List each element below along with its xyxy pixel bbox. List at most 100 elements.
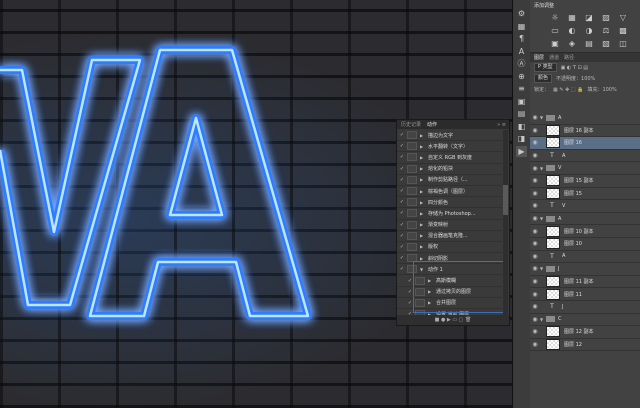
- tab-paths[interactable]: 路径: [564, 54, 574, 61]
- layer-row[interactable]: ◉ 图层 11 副本: [530, 276, 640, 289]
- dock-tool-icon[interactable]: ◨: [516, 133, 527, 144]
- dialog-toggle[interactable]: [407, 231, 417, 240]
- adjustment-icon[interactable]: ▦: [567, 13, 577, 23]
- visibility-eye-icon[interactable]: ◉: [530, 202, 540, 209]
- dialog-toggle[interactable]: [407, 209, 417, 218]
- visibility-eye-icon[interactable]: ◉: [530, 291, 540, 298]
- check-icon[interactable]: ✓: [397, 188, 407, 194]
- scrollbar-thumb[interactable]: [503, 185, 508, 215]
- check-icon[interactable]: ✓: [397, 210, 407, 216]
- action-row[interactable]: ✓ ▶ 描边为文字: [397, 130, 502, 142]
- disclosure-icon[interactable]: ▶: [420, 155, 428, 160]
- disclosure-icon[interactable]: ▶: [420, 244, 428, 249]
- lock-icons[interactable]: ▦ ✎ ✥ ⬚ 🔒: [553, 87, 583, 93]
- check-icon[interactable]: ✓: [397, 222, 407, 228]
- action-row[interactable]: ✓ ▶ 存储为 Photoshop...: [397, 208, 502, 220]
- dock-tool-icon[interactable]: ◧: [516, 121, 527, 132]
- dialog-toggle[interactable]: [407, 153, 417, 162]
- adjustment-icon[interactable]: ▽: [618, 13, 628, 23]
- action-row[interactable]: ✓ ▶ 自定义 RGB 到灰度: [397, 152, 502, 164]
- check-icon[interactable]: ✓: [397, 255, 407, 261]
- action-row[interactable]: ✓ ▶ 制作剪贴路径（...: [397, 175, 502, 186]
- adjustment-icon[interactable]: ▭: [550, 26, 560, 36]
- check-icon[interactable]: ✓: [397, 266, 407, 272]
- dialog-toggle[interactable]: [407, 131, 417, 140]
- disclosure-icon[interactable]: ▶: [420, 166, 428, 171]
- document-canvas[interactable]: 历史记录 动作 » ≡ ✓ ▶ 描边为文字 ✓ ▶ 水平翻转（文字） ✓ ▶ 自定义 RGB 到…: [0, 0, 512, 408]
- tab-history[interactable]: 历史记录: [401, 121, 421, 128]
- visibility-eye-icon[interactable]: ◉: [530, 114, 540, 121]
- visibility-eye-icon[interactable]: ◉: [530, 328, 540, 335]
- dialog-toggle[interactable]: [407, 164, 417, 173]
- panel-menu-icon[interactable]: » ≡: [497, 122, 506, 128]
- dialog-toggle[interactable]: [407, 198, 417, 207]
- disclosure-icon[interactable]: ▶: [420, 211, 428, 216]
- layer-row[interactable]: ◉ 图层 10: [530, 238, 640, 251]
- adjustment-icon[interactable]: ◑: [584, 26, 594, 36]
- dock-tool-icon[interactable]: ≡: [516, 83, 527, 94]
- actions-panel[interactable]: 历史记录 动作 » ≡ ✓ ▶ 描边为文字 ✓ ▶ 水平翻转（文字） ✓ ▶ 自定义 RGB 到…: [396, 119, 510, 326]
- check-icon[interactable]: ✓: [397, 177, 407, 183]
- visibility-eye-icon[interactable]: ◉: [530, 240, 540, 247]
- opacity-field[interactable]: 不透明度：100%: [556, 75, 595, 82]
- dock-tool-icon[interactable]: ¶: [516, 33, 527, 44]
- visibility-eye-icon[interactable]: ◉: [530, 165, 540, 172]
- adjustment-icon[interactable]: ⚖: [601, 26, 611, 36]
- visibility-eye-icon[interactable]: ◉: [530, 177, 540, 184]
- visibility-eye-icon[interactable]: ◉: [530, 190, 540, 197]
- visibility-eye-icon[interactable]: ◉: [530, 265, 540, 272]
- actions-scrollbar[interactable]: [503, 130, 508, 315]
- disclosure-icon[interactable]: ▶: [420, 144, 428, 149]
- layer-row[interactable]: ◉ T A: [530, 251, 640, 264]
- layer-row[interactable]: ◉ 图层 10 副本: [530, 225, 640, 238]
- visibility-eye-icon[interactable]: ◉: [530, 127, 540, 134]
- layer-row[interactable]: ◉ 图层 11: [530, 288, 640, 301]
- adjustment-icon[interactable]: ▣: [550, 39, 560, 49]
- action-row[interactable]: ✓ ▶ 熔化的铅块: [397, 164, 502, 175]
- dock-tool-icon[interactable]: ⊕: [516, 71, 527, 82]
- visibility-eye-icon[interactable]: ◉: [530, 228, 540, 235]
- dialog-toggle[interactable]: [407, 242, 417, 251]
- dock-tool-icon[interactable]: ▣: [516, 96, 527, 107]
- adjustment-icon[interactable]: ◪: [584, 13, 594, 23]
- dock-tool-icon[interactable]: ▦: [516, 21, 527, 32]
- layer-row[interactable]: ◉ 图层 16: [530, 137, 640, 150]
- disclosure-icon[interactable]: ▶: [420, 177, 428, 182]
- check-icon[interactable]: ✓: [397, 166, 407, 172]
- layer-row[interactable]: ◉ 图层 16 副本: [530, 124, 640, 138]
- visibility-eye-icon[interactable]: ◉: [530, 139, 540, 146]
- disclosure-icon[interactable]: ▶: [420, 233, 428, 238]
- action-row[interactable]: ✓ ▶ 四分颜色: [397, 197, 502, 209]
- adjustment-icon[interactable]: ◫: [618, 39, 628, 49]
- tab-layers[interactable]: 图层: [534, 54, 544, 61]
- adjustment-icon[interactable]: ▧: [601, 39, 611, 49]
- layer-group-row[interactable]: ◉ ▼ J: [530, 263, 640, 276]
- dock-tool-icon[interactable]: Ⓐ: [516, 58, 527, 69]
- action-row[interactable]: ✓ ▶ 棕褐色调（图层）: [397, 186, 502, 198]
- filter-icons[interactable]: ▣ ◐ T ⊡ ▤: [561, 65, 588, 71]
- layer-group-row[interactable]: ◉ ▼ V: [530, 162, 640, 175]
- visibility-eye-icon[interactable]: ◉: [530, 303, 540, 310]
- layer-row[interactable]: ◉ T J: [530, 301, 640, 314]
- check-icon[interactable]: ✓: [397, 233, 407, 239]
- visibility-eye-icon[interactable]: ◉: [530, 253, 540, 260]
- layer-group-row[interactable]: ◉ ▼ A: [530, 112, 640, 125]
- dialog-toggle[interactable]: [407, 142, 417, 151]
- dialog-toggle[interactable]: [407, 187, 417, 196]
- dock-tool-icon[interactable]: ▤: [516, 108, 527, 119]
- dock-tool-icon[interactable]: ▶: [516, 145, 527, 157]
- disclosure-icon[interactable]: ▶: [420, 256, 428, 261]
- visibility-eye-icon[interactable]: ◉: [530, 278, 540, 285]
- layer-row[interactable]: ◉ 图层 15 副本: [530, 175, 640, 188]
- visibility-eye-icon[interactable]: ◉: [530, 152, 540, 159]
- check-icon[interactable]: ✓: [397, 143, 407, 149]
- dock-tool-icon[interactable]: A: [516, 46, 527, 57]
- disclosure-icon[interactable]: ▶: [420, 222, 428, 227]
- layer-row[interactable]: ◉ 图层 12 副本: [530, 326, 640, 339]
- disclosure-icon[interactable]: ▶: [420, 200, 428, 205]
- adjustment-icon[interactable]: ▤: [584, 39, 594, 49]
- disclosure-icon[interactable]: ▶: [420, 189, 428, 194]
- layer-filter-select[interactable]: P 类型: [534, 63, 557, 72]
- layer-row[interactable]: ◉ T A: [530, 150, 640, 163]
- visibility-eye-icon[interactable]: ◉: [530, 341, 540, 348]
